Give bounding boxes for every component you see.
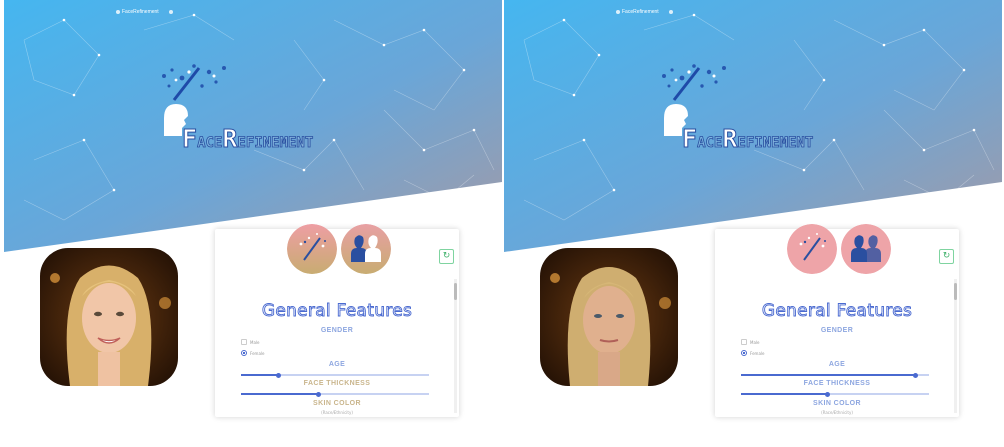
brand-word-efinement: EFINEMENT [737, 135, 814, 152]
compare-tool-button[interactable] [841, 224, 891, 274]
nav-logo-icon [116, 10, 120, 14]
panel-after: FaceRefinement FACEREFINEMENT ↻ General … [504, 0, 1002, 447]
female-option-label: Female [750, 350, 765, 356]
nav-brand-text: FaceRefinement [622, 9, 659, 15]
refresh-icon: ↻ [942, 251, 951, 261]
skin-color-hint: (Race/Ethnicity) [821, 410, 853, 415]
scrollbar-thumb[interactable] [954, 283, 957, 300]
brand-word-ace: ACE [197, 135, 223, 152]
face-thickness-slider-knob[interactable] [315, 391, 321, 397]
nav-info-icon[interactable] [668, 10, 673, 14]
feature-card: ↻ General Features GENDER Male Female AG… [215, 224, 459, 417]
nav-brand-link[interactable]: FaceRefinement [616, 9, 659, 15]
gender-option-female[interactable]: Female [741, 350, 764, 356]
brand-letter-f: F [681, 124, 698, 154]
face-thickness-slider[interactable] [741, 391, 929, 397]
face-thickness-slider-fill [241, 393, 319, 395]
panel-before: FaceRefinement FACEREFINEMENT ↻ General … [4, 0, 502, 447]
refresh-button[interactable]: ↻ [439, 249, 454, 264]
age-slider-fill [741, 374, 916, 376]
brand-letter-r: R [222, 124, 238, 154]
section-title: General Features [261, 301, 413, 322]
nav-info-icon[interactable] [168, 10, 173, 14]
brand-letter-f: F [181, 124, 198, 154]
brand-word-ace: ACE [697, 135, 723, 152]
gender-label: GENDER [820, 327, 854, 334]
gender-option-male[interactable]: Male [741, 339, 759, 345]
face-photo [40, 248, 178, 386]
skin-color-hint: (Race/Ethnicity) [321, 410, 353, 415]
refresh-button[interactable]: ↻ [939, 249, 954, 264]
male-checkbox[interactable] [241, 339, 247, 345]
male-option-label: Male [250, 339, 260, 345]
skin-color-label: SKIN COLOR [813, 400, 861, 407]
age-slider[interactable] [741, 372, 929, 378]
card-scrollbar[interactable] [954, 279, 957, 413]
male-checkbox[interactable] [741, 339, 747, 345]
female-radio[interactable] [741, 350, 747, 356]
female-radio[interactable] [241, 350, 247, 356]
face-photo [540, 248, 678, 386]
face-thickness-slider-fill [741, 393, 828, 395]
gender-option-female[interactable]: Female [241, 350, 264, 356]
top-nav: FaceRefinement [616, 9, 673, 15]
refresh-icon: ↻ [442, 251, 451, 261]
top-nav: FaceRefinement [116, 9, 173, 15]
feature-card: ↻ General Features GENDER Male Female AG… [715, 224, 959, 417]
nav-brand-text: FaceRefinement [122, 9, 159, 15]
edit-tool-button[interactable] [787, 224, 837, 274]
age-slider[interactable] [241, 372, 429, 378]
age-slider-knob[interactable] [913, 372, 919, 378]
compare-faces-icon [841, 224, 891, 274]
compare-tool-button[interactable] [341, 224, 391, 274]
age-slider-knob[interactable] [276, 372, 282, 378]
magic-wand-icon [287, 224, 337, 274]
card-scrollbar[interactable] [454, 279, 457, 413]
compare-faces-icon [341, 224, 391, 274]
brand-word-efinement: EFINEMENT [237, 135, 314, 152]
brand-title: FACEREFINEMENT [181, 124, 314, 154]
male-option-label: Male [750, 339, 760, 345]
edit-tool-button[interactable] [287, 224, 337, 274]
brand-letter-r: R [722, 124, 738, 154]
magic-wand-icon [787, 224, 837, 274]
section-title: General Features [761, 301, 913, 322]
face-thickness-label: FACE THICKNESS [303, 380, 371, 387]
age-label: AGE [828, 361, 846, 368]
gender-option-male[interactable]: Male [241, 339, 259, 345]
scrollbar-thumb[interactable] [454, 283, 457, 300]
nav-logo-icon [616, 10, 620, 14]
face-thickness-slider-knob[interactable] [824, 391, 830, 397]
face-thickness-slider[interactable] [241, 391, 429, 397]
age-label: AGE [328, 361, 346, 368]
face-thickness-label: FACE THICKNESS [803, 380, 871, 387]
gender-label: GENDER [320, 327, 354, 334]
nav-brand-link[interactable]: FaceRefinement [116, 9, 159, 15]
skin-color-label: SKIN COLOR [313, 400, 361, 407]
age-slider-fill [241, 374, 279, 376]
brand-title: FACEREFINEMENT [681, 124, 814, 154]
female-option-label: Female [250, 350, 265, 356]
